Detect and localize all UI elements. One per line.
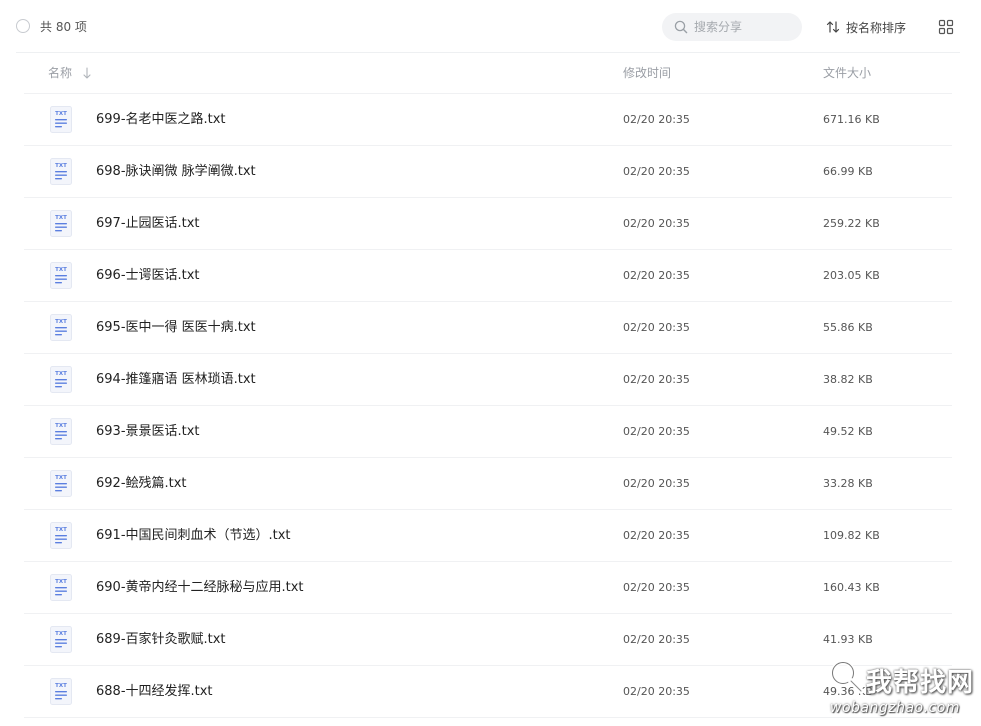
file-row[interactable]: TXT 697-止园医话.txt 02/20 20:35 259.22 KB <box>24 198 952 250</box>
file-row[interactable]: TXT 691-中国民间刺血术（节选）.txt 02/20 20:35 109.82 … <box>24 510 952 562</box>
txt-file-icon: TXT <box>50 574 72 601</box>
file-row[interactable]: TXT 689-百家针灸歌赋.txt 02/20 20:35 41.93 KB <box>24 614 952 666</box>
total-count: 共 80 项 <box>40 20 87 34</box>
file-modified-time: 02/20 20:35 <box>623 321 690 334</box>
file-icon-label: TXT <box>55 527 67 533</box>
file-size: 66.99 KB <box>823 165 873 178</box>
file-modified-time: 02/20 20:35 <box>623 477 690 490</box>
file-size: 671.16 KB <box>823 113 880 126</box>
file-name[interactable]: 699-名老中医之路.txt <box>96 112 226 128</box>
txt-file-icon: TXT <box>50 418 72 445</box>
txt-file-icon: TXT <box>50 366 72 393</box>
file-modified-time: 02/20 20:35 <box>623 165 690 178</box>
file-name[interactable]: 689-百家针灸歌赋.txt <box>96 632 226 648</box>
file-row[interactable]: TXT 688-十四经发挥.txt 02/20 20:35 49.36 KB <box>24 666 952 718</box>
file-name[interactable]: 697-止园医话.txt <box>96 216 200 232</box>
file-size: 33.28 KB <box>823 477 873 490</box>
txt-file-icon: TXT <box>50 626 72 653</box>
table-header: 名称 修改时间 文件大小 <box>24 53 952 94</box>
toolbar: 共 80 项 按名称排序 <box>0 0 981 53</box>
file-icon-label: TXT <box>55 319 67 325</box>
file-icon-label: TXT <box>55 683 67 689</box>
file-modified-time: 02/20 20:35 <box>623 529 690 542</box>
file-name[interactable]: 696-士谔医话.txt <box>96 268 200 284</box>
file-name[interactable]: 690-黄帝内经十二经脉秘与应用.txt <box>96 580 304 596</box>
search-icon <box>674 20 688 34</box>
file-size: 109.82 KB <box>823 529 880 542</box>
file-modified-time: 02/20 20:35 <box>623 113 690 126</box>
watermark-url: wobangzhao.com <box>830 700 960 716</box>
file-size: 203.05 KB <box>823 269 880 282</box>
grid-view-icon[interactable] <box>938 19 954 35</box>
file-name[interactable]: 695-医中一得 医医十病.txt <box>96 320 256 336</box>
file-size: 160.43 KB <box>823 581 880 594</box>
sort-button[interactable]: 按名称排序 <box>826 18 906 36</box>
file-name[interactable]: 692-鲙残篇.txt <box>96 476 187 492</box>
select-all-checkbox[interactable] <box>16 19 30 33</box>
file-icon-label: TXT <box>55 423 67 429</box>
file-name[interactable]: 698-脉诀阐微 脉学阐微.txt <box>96 164 256 180</box>
search-input[interactable] <box>694 13 794 41</box>
txt-file-icon: TXT <box>50 314 72 341</box>
file-icon-label: TXT <box>55 163 67 169</box>
watermark-text: 我帮找网 <box>866 668 975 698</box>
txt-file-icon: TXT <box>50 106 72 133</box>
sort-arrows-icon <box>826 21 840 33</box>
file-modified-time: 02/20 20:35 <box>623 581 690 594</box>
txt-file-icon: TXT <box>50 262 72 289</box>
file-row[interactable]: TXT 698-脉诀阐微 脉学阐微.txt 02/20 20:35 66.99 KB <box>24 146 952 198</box>
file-row[interactable]: TXT 690-黄帝内经十二经脉秘与应用.txt 02/20 20:35 160.43… <box>24 562 952 614</box>
search-box[interactable] <box>662 13 802 41</box>
file-row[interactable]: TXT 694-推篷寤语 医林琐语.txt 02/20 20:35 38.82 KB <box>24 354 952 406</box>
file-size: 49.52 KB <box>823 425 873 438</box>
column-header-name[interactable]: 名称 <box>48 66 92 80</box>
txt-file-icon: TXT <box>50 210 72 237</box>
file-name[interactable]: 691-中国民间刺血术（节选）.txt <box>96 528 291 544</box>
column-name-label: 名称 <box>48 66 73 80</box>
magnifier-logo-icon <box>830 660 864 694</box>
file-row[interactable]: TXT 692-鲙残篇.txt 02/20 20:35 33.28 KB <box>24 458 952 510</box>
file-row[interactable]: TXT 696-士谔医话.txt 02/20 20:35 203.05 KB <box>24 250 952 302</box>
file-list: TXT 699-名老中医之路.txt 02/20 20:35 671.16 KB TXT… <box>24 94 952 718</box>
file-name[interactable]: 694-推篷寤语 医林琐语.txt <box>96 372 256 388</box>
file-modified-time: 02/20 20:35 <box>623 373 690 386</box>
file-name[interactable]: 693-景景医话.txt <box>96 424 200 440</box>
sort-label: 按名称排序 <box>846 20 907 35</box>
file-icon-label: TXT <box>55 267 67 273</box>
file-modified-time: 02/20 20:35 <box>623 217 690 230</box>
file-icon-label: TXT <box>55 631 67 637</box>
file-icon-label: TXT <box>55 579 67 585</box>
txt-file-icon: TXT <box>50 158 72 185</box>
file-icon-label: TXT <box>55 475 67 481</box>
sort-down-arrow-icon <box>83 67 91 79</box>
file-size: 55.86 KB <box>823 321 873 334</box>
file-size: 38.82 KB <box>823 373 873 386</box>
file-modified-time: 02/20 20:35 <box>623 685 690 698</box>
file-row[interactable]: TXT 699-名老中医之路.txt 02/20 20:35 671.16 KB <box>24 94 952 146</box>
txt-file-icon: TXT <box>50 522 72 549</box>
file-size: 259.22 KB <box>823 217 880 230</box>
watermark: 我帮找网 wobangzhao.com <box>822 654 981 722</box>
column-header-size[interactable]: 文件大小 <box>823 66 871 80</box>
file-modified-time: 02/20 20:35 <box>623 633 690 646</box>
file-modified-time: 02/20 20:35 <box>623 269 690 282</box>
txt-file-icon: TXT <box>50 678 72 705</box>
column-header-modified[interactable]: 修改时间 <box>623 66 671 80</box>
file-row[interactable]: TXT 693-景景医话.txt 02/20 20:35 49.52 KB <box>24 406 952 458</box>
file-name[interactable]: 688-十四经发挥.txt <box>96 684 213 700</box>
file-modified-time: 02/20 20:35 <box>623 425 690 438</box>
txt-file-icon: TXT <box>50 470 72 497</box>
file-icon-label: TXT <box>55 111 67 117</box>
file-row[interactable]: TXT 695-医中一得 医医十病.txt 02/20 20:35 55.86 KB <box>24 302 952 354</box>
file-icon-label: TXT <box>55 215 67 221</box>
file-icon-label: TXT <box>55 371 67 377</box>
file-size: 41.93 KB <box>823 633 873 646</box>
